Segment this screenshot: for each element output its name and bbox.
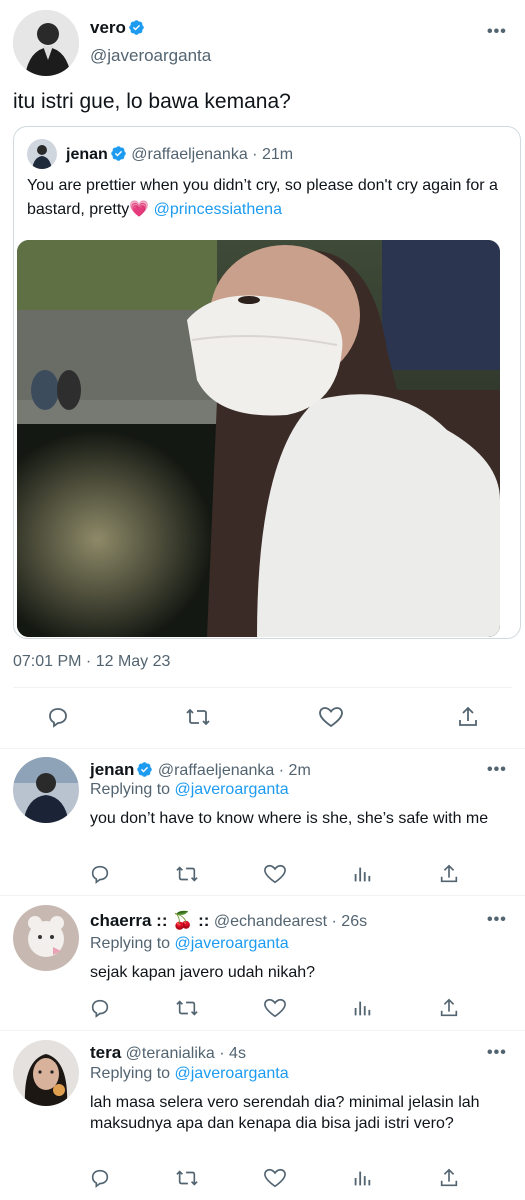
divider <box>0 895 525 896</box>
replying-to-mention[interactable]: @javeroarganta <box>175 781 289 798</box>
quoted-time: · 21m <box>252 146 294 163</box>
heart-icon <box>264 998 286 1018</box>
quoted-mention[interactable]: @princessiathena <box>154 201 282 218</box>
reply-time: · 26s <box>331 913 368 930</box>
replying-to-mention[interactable]: @javeroarganta <box>175 1065 289 1082</box>
more-options-icon[interactable]: ••• <box>487 762 507 778</box>
analytics-icon <box>354 1171 371 1186</box>
replying-to-line: Replying to @javeroarganta <box>90 935 289 953</box>
like-button[interactable] <box>318 705 344 729</box>
share-button[interactable] <box>438 1167 460 1189</box>
heart-icon <box>264 864 286 884</box>
author-line: vero <box>90 18 145 38</box>
share-icon <box>440 1168 458 1187</box>
reply-button[interactable] <box>89 997 111 1019</box>
like-button[interactable] <box>263 1167 287 1189</box>
share-button[interactable] <box>438 997 460 1019</box>
like-button[interactable] <box>263 997 287 1019</box>
divider <box>0 748 525 749</box>
reply-icon <box>91 865 109 884</box>
reply-author-handle[interactable]: @raffaeljenanka <box>158 762 274 779</box>
reply-author-line: tera @teranialika · 4s <box>90 1043 246 1063</box>
reply-icon <box>91 999 109 1018</box>
analytics-button[interactable] <box>351 1167 373 1189</box>
verified-badge-icon <box>111 146 126 161</box>
retweet-button[interactable] <box>175 863 199 885</box>
author-name[interactable]: vero <box>90 18 126 37</box>
more-options-icon[interactable]: ••• <box>487 24 507 40</box>
share-icon <box>440 864 458 883</box>
replying-to-mention[interactable]: @javeroarganta <box>175 935 289 952</box>
reply-time: · 2m <box>278 762 311 779</box>
replying-to-label: Replying to <box>90 935 171 952</box>
reply-author-name[interactable]: chaerra :: 🍒 :: <box>90 911 209 930</box>
share-icon <box>440 998 458 1017</box>
share-icon <box>459 706 477 726</box>
avatar[interactable] <box>13 757 79 823</box>
quoted-text-block: You are prettier when you didn’t cry, so… <box>27 174 507 222</box>
quoted-author-name: jenan <box>66 146 108 163</box>
replying-to-line: Replying to @javeroarganta <box>90 781 289 799</box>
analytics-button[interactable] <box>351 997 373 1019</box>
reply-text: you don’t have to know where is she, she… <box>90 810 489 827</box>
retweet-button[interactable] <box>185 705 211 729</box>
replying-to-label: Replying to <box>90 781 171 798</box>
divider <box>13 687 512 688</box>
divider <box>0 1030 525 1031</box>
analytics-button[interactable] <box>351 863 373 885</box>
reply-button[interactable] <box>89 1167 111 1189</box>
reply-author-line: jenan @raffaeljenanka · 2m <box>90 760 311 780</box>
retweet-icon <box>186 708 210 726</box>
heart-icon <box>264 1168 286 1188</box>
retweet-button[interactable] <box>175 1167 199 1189</box>
reply-icon <box>91 1169 109 1188</box>
retweet-icon <box>176 866 198 882</box>
reply-text: sejak kapan javero udah nikah? <box>90 964 316 981</box>
like-button[interactable] <box>263 863 287 885</box>
replying-to-line: Replying to @javeroarganta <box>90 1065 289 1083</box>
retweet-icon <box>176 1170 198 1186</box>
avatar[interactable] <box>13 10 79 76</box>
more-options-icon[interactable]: ••• <box>487 912 507 928</box>
more-options-icon[interactable]: ••• <box>487 1045 507 1061</box>
replying-to-label: Replying to <box>90 1065 171 1082</box>
reply-button[interactable] <box>46 705 70 729</box>
quoted-author-handle: @raffaeljenanka <box>131 146 248 163</box>
author-handle[interactable]: @javeroarganta <box>90 46 211 66</box>
verified-badge-icon <box>137 762 153 777</box>
reply-text: lah masa selera vero serendah dia? minim… <box>90 1094 480 1132</box>
reply-author-handle[interactable]: @echandearest <box>214 913 327 930</box>
reply-author-line: chaerra :: 🍒 :: @echandearest · 26s <box>90 911 367 931</box>
share-button[interactable] <box>438 863 460 885</box>
share-button[interactable] <box>456 705 480 729</box>
analytics-icon <box>354 1001 371 1016</box>
quoted-avatar <box>27 139 57 169</box>
reply-icon <box>49 708 67 728</box>
reply-author-name[interactable]: jenan <box>90 760 134 779</box>
retweet-icon <box>176 1000 198 1016</box>
avatar[interactable] <box>13 1040 79 1106</box>
quoted-author-line: jenan @raffaeljenanka · 21m <box>66 145 293 164</box>
verified-badge-icon <box>129 20 144 35</box>
retweet-button[interactable] <box>175 997 199 1019</box>
reply-author-name[interactable]: tera <box>90 1043 121 1062</box>
quoted-photo[interactable] <box>17 240 500 637</box>
reply-button[interactable] <box>89 863 111 885</box>
reply-author-handle[interactable]: @teranialika <box>126 1045 215 1062</box>
heart-icon <box>319 707 343 728</box>
reply-time: · 4s <box>219 1045 246 1062</box>
avatar[interactable] <box>13 905 79 971</box>
tweet-timestamp[interactable]: 07:01 PM · 12 May 23 <box>13 653 170 671</box>
tweet-text: itu istri gue, lo bawa kemana? <box>13 90 291 113</box>
analytics-icon <box>354 867 371 882</box>
